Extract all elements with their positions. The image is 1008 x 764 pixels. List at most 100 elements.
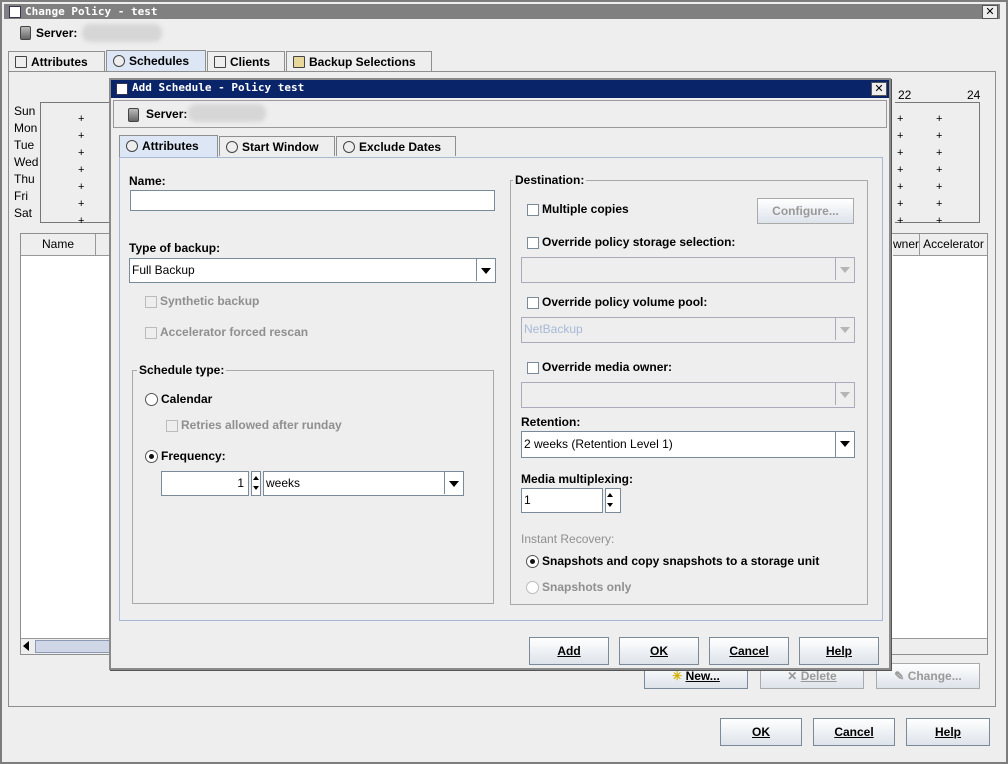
tab-clients[interactable]: Clients — [207, 51, 285, 71]
ok-label: OK — [650, 644, 668, 658]
retention-select[interactable]: 2 weeks (Retention Level 1) — [521, 431, 855, 458]
delete-icon: ✕ — [787, 669, 798, 683]
chevron-down-icon[interactable] — [476, 259, 495, 281]
snapshots-only-radio[interactable] — [526, 581, 539, 594]
chevron-down-icon[interactable] — [835, 383, 854, 405]
ok-label: OK — [752, 725, 770, 739]
hour-label: 22 — [898, 88, 912, 102]
snapshots-copy-label: Snapshots and copy snapshots to a storag… — [542, 554, 820, 568]
tab-exclude-dates[interactable]: Exclude Dates — [336, 136, 456, 156]
override-storage-label: Override policy storage selection: — [542, 235, 736, 249]
client-icon — [214, 56, 226, 68]
chevron-down-icon[interactable] — [835, 318, 854, 340]
server-name-redacted — [82, 24, 162, 42]
synthetic-backup-label: Synthetic backup — [160, 294, 260, 308]
server-icon — [128, 108, 139, 122]
dialog-server-row: Server: — [113, 100, 887, 128]
cancel-label: Cancel — [729, 644, 769, 658]
frequency-radio-label: Frequency: — [161, 449, 226, 463]
server-name-redacted — [188, 104, 266, 122]
multiple-copies-checkbox[interactable] — [527, 204, 539, 216]
calendar-marks: + + + + + + + — [897, 113, 904, 227]
tab-label: Attributes — [142, 139, 199, 153]
override-storage-checkbox[interactable] — [527, 237, 539, 249]
override-volume-pool-label: Override policy volume pool: — [542, 295, 708, 309]
retries-label: Retries allowed after runday — [181, 418, 342, 432]
frequency-radio[interactable] — [145, 450, 158, 463]
change-button[interactable]: ✎ Change... — [876, 663, 980, 689]
multiplexing-spinner[interactable] — [605, 488, 621, 513]
cancel-label: Cancel — [834, 725, 874, 739]
tab-label: Exclude Dates — [359, 140, 442, 154]
tab-label: Schedules — [129, 54, 190, 68]
frequency-unit-value: weeks — [266, 476, 301, 490]
frequency-value-input[interactable]: 1 — [161, 471, 249, 496]
type-of-backup-label: Type of backup: — [129, 241, 221, 255]
calendar-radio[interactable] — [145, 393, 158, 406]
add-button[interactable]: Add — [529, 637, 609, 665]
override-media-owner-checkbox[interactable] — [527, 362, 539, 374]
media-owner-select[interactable] — [521, 382, 855, 408]
add-label: Add — [557, 644, 581, 658]
multiplexing-label: Media multiplexing: — [521, 472, 634, 486]
delete-button-label: Delete — [800, 669, 837, 683]
type-of-backup-select[interactable]: Full Backup — [129, 258, 496, 283]
accelerator-rescan-label: Accelerator forced rescan — [160, 325, 309, 339]
tab-start-window[interactable]: Start Window — [219, 136, 335, 156]
instant-recovery-label: Instant Recovery: — [521, 532, 615, 546]
tab-label: Start Window — [242, 140, 319, 154]
clock-icon — [126, 140, 138, 152]
frequency-unit-select[interactable]: weeks — [263, 471, 464, 496]
chevron-down-icon[interactable] — [835, 258, 854, 280]
app-icon — [9, 6, 21, 18]
dialog-cancel-button[interactable]: Cancel — [709, 637, 789, 665]
volume-pool-select[interactable]: NetBackup — [521, 317, 855, 343]
storage-select[interactable] — [521, 257, 855, 283]
snapshots-copy-radio[interactable] — [526, 555, 539, 568]
outer-help-button[interactable]: Help — [906, 718, 990, 746]
server-label: Server: — [36, 26, 78, 40]
name-input[interactable] — [130, 190, 495, 211]
tab-attributes[interactable]: Attributes — [119, 135, 218, 158]
synthetic-backup-checkbox[interactable] — [145, 296, 157, 308]
retries-checkbox[interactable] — [166, 420, 178, 432]
multiple-copies-label: Multiple copies — [542, 202, 629, 216]
outer-cancel-button[interactable]: Cancel — [813, 718, 895, 746]
column-header-owner[interactable]: wner — [893, 234, 920, 256]
window-titlebar: Change Policy - test ✕ — [4, 4, 1000, 19]
help-label: Help — [934, 725, 961, 739]
dialog-ok-button[interactable]: OK — [619, 637, 699, 665]
scroll-left-icon[interactable] — [23, 641, 29, 651]
name-label: Name: — [129, 174, 166, 188]
column-header-name[interactable]: Name — [21, 234, 96, 256]
chevron-down-icon[interactable] — [835, 432, 854, 457]
server-icon — [20, 26, 31, 40]
close-icon[interactable]: ✕ — [871, 82, 887, 96]
tab-attributes[interactable]: Attributes — [8, 51, 105, 71]
outer-ok-button[interactable]: OK — [720, 718, 802, 746]
accelerator-rescan-checkbox[interactable] — [145, 327, 157, 339]
hour-label: 24 — [967, 88, 981, 102]
new-button-label: New... — [685, 669, 720, 683]
app-icon — [116, 83, 128, 95]
dialog-help-button[interactable]: Help — [799, 637, 879, 665]
frequency-spinner[interactable] — [251, 471, 261, 496]
tab-schedules[interactable]: Schedules — [106, 50, 206, 72]
list-icon — [15, 56, 27, 68]
tab-label: Attributes — [31, 55, 88, 69]
dialog-title: Add Schedule - Policy test — [132, 81, 305, 94]
help-label: Help — [825, 644, 852, 658]
tab-label: Backup Selections — [309, 55, 416, 69]
server-label: Server: — [146, 107, 188, 121]
close-icon[interactable]: ✕ — [982, 5, 998, 19]
calendar-marks: + + + + + + + — [936, 113, 943, 227]
configure-button[interactable]: Configure... — [757, 198, 854, 224]
column-header-accelerator[interactable]: Accelerator — [920, 234, 987, 256]
override-volume-pool-checkbox[interactable] — [527, 297, 539, 309]
chevron-down-icon[interactable] — [444, 472, 463, 494]
change-button-label: Change... — [907, 669, 962, 683]
multiplexing-input[interactable]: 1 — [521, 488, 603, 513]
change-icon: ✎ — [894, 669, 905, 683]
tab-backup-selections[interactable]: Backup Selections — [286, 51, 432, 71]
calendar-icon — [343, 141, 355, 153]
